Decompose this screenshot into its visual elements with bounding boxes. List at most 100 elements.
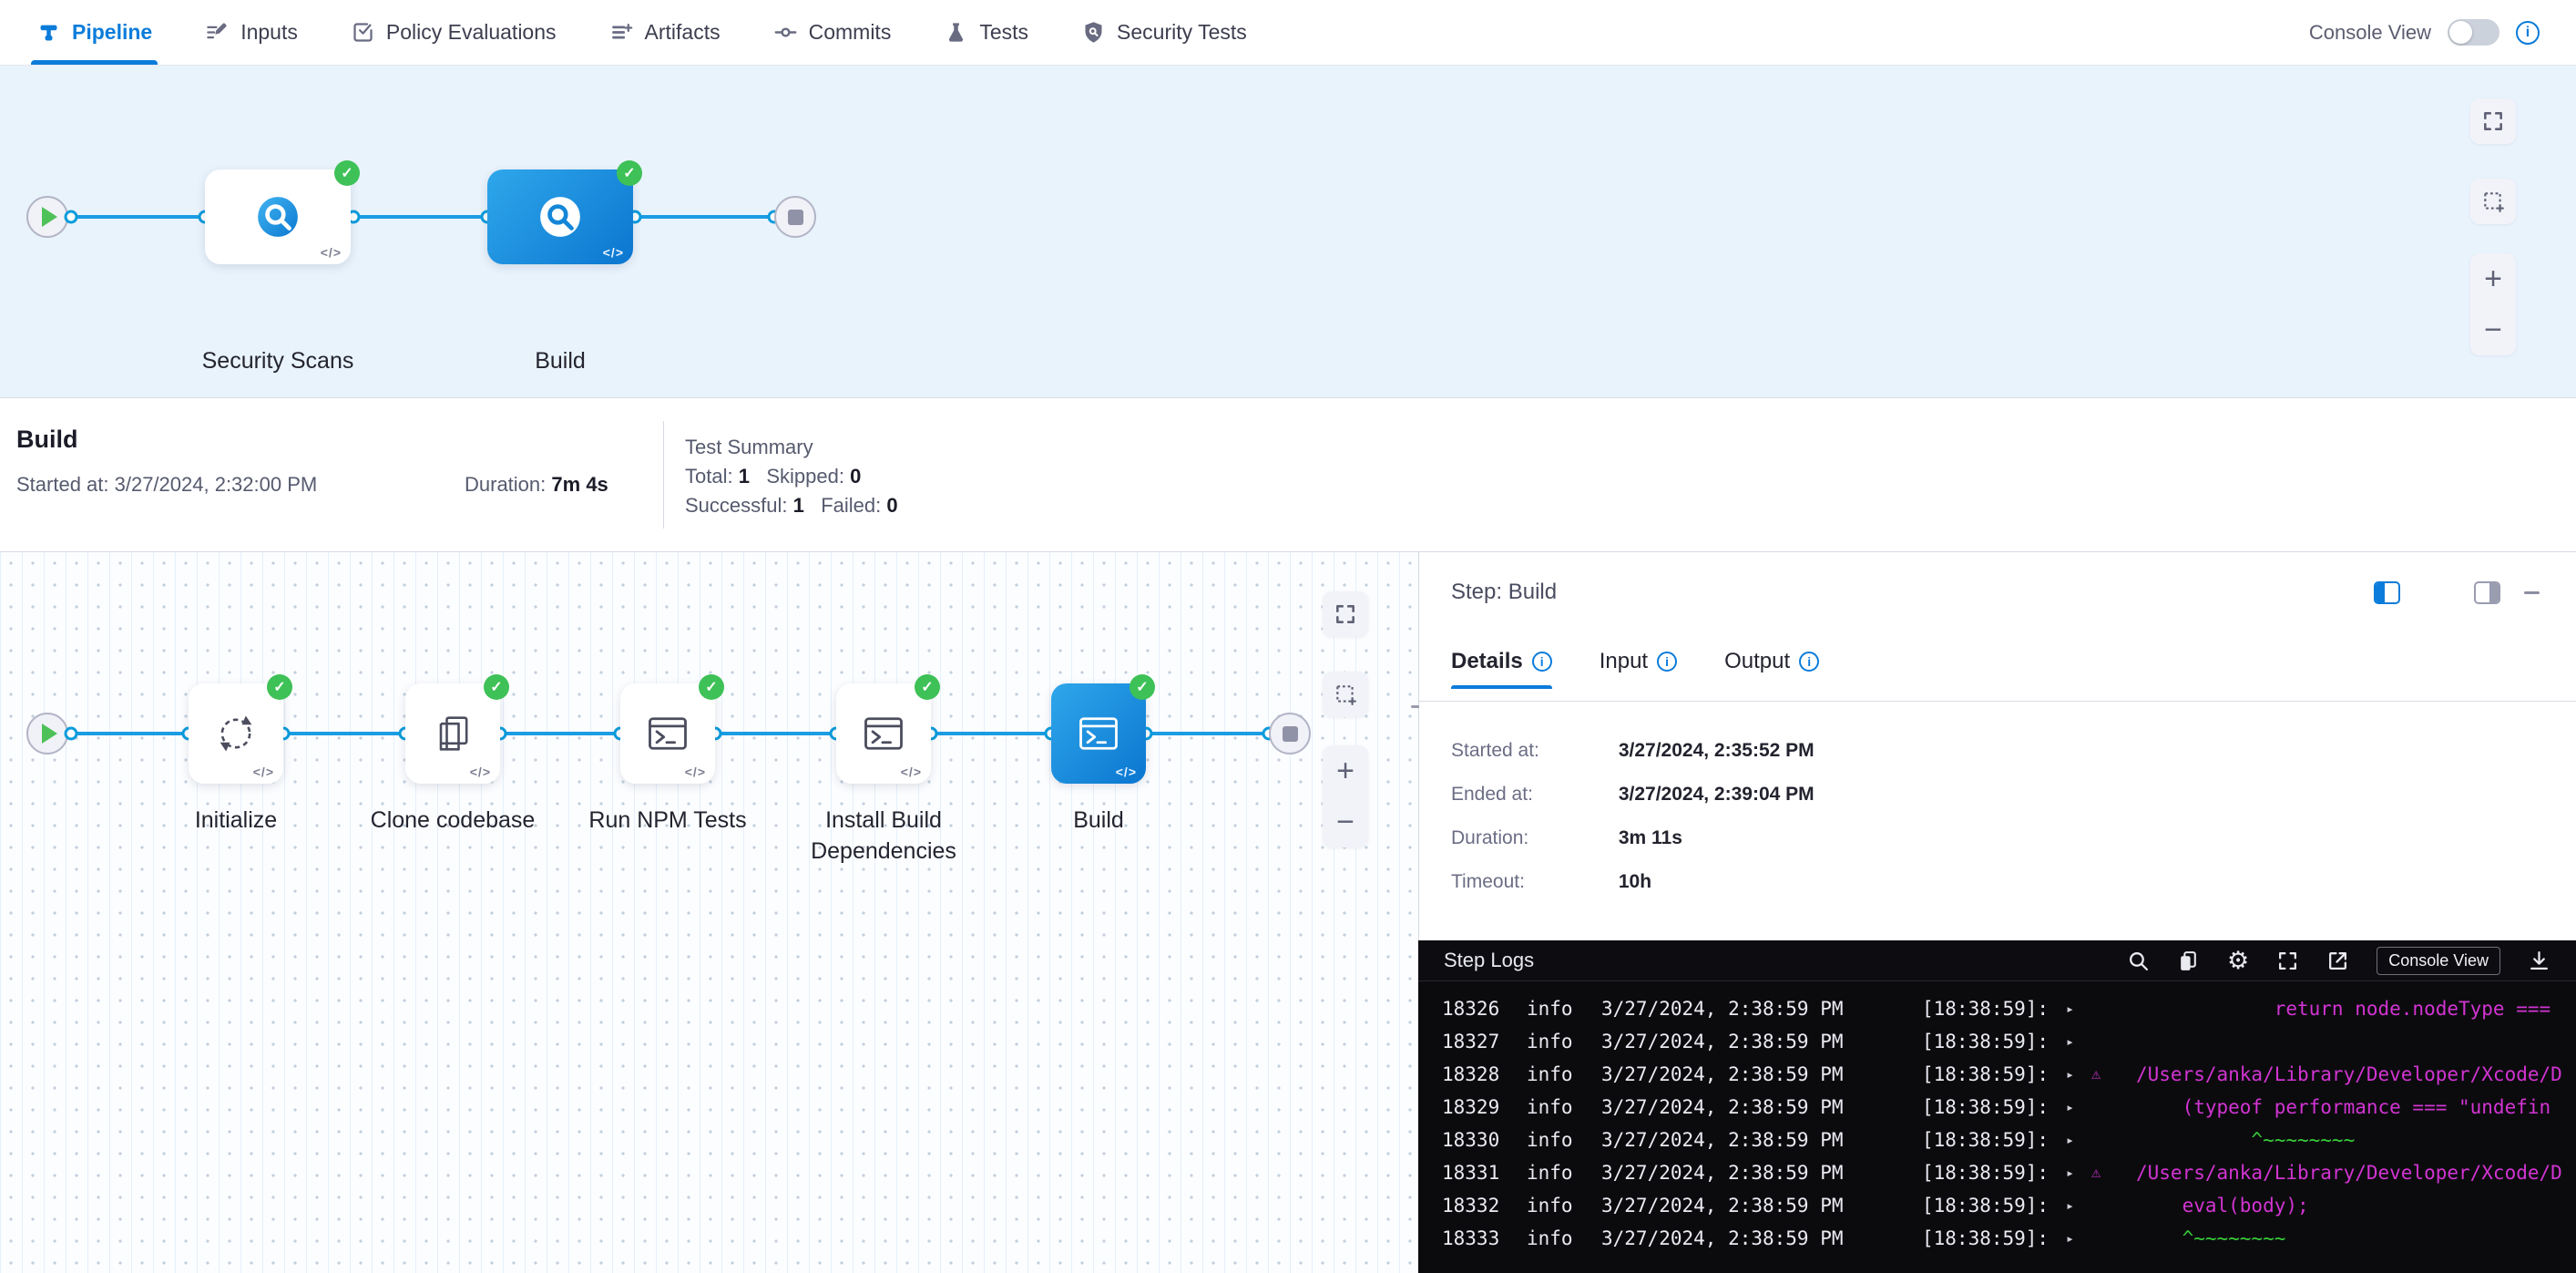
search-icon[interactable] (2127, 950, 2150, 972)
connector-dot (65, 210, 78, 224)
info-icon[interactable]: i (1532, 652, 1552, 672)
log-row[interactable]: 18326 info 3/27/2024, 2:38:59 PM [18:38:… (1442, 992, 2576, 1025)
settings-gear-icon[interactable]: ⚙ (2227, 949, 2249, 973)
step-node-initialize[interactable]: ✓ </> (189, 683, 283, 784)
zoom-out-button[interactable]: − (1323, 796, 1368, 847)
detail-row-duration: Duration: 3m 11s (1451, 827, 1682, 849)
info-icon[interactable]: i (1799, 652, 1819, 672)
stage-node-security-scans[interactable]: ✓ </> (205, 169, 351, 264)
stage-graph-area[interactable]: ✓ </> Security Scans ✓ </> Build (0, 66, 2576, 398)
started-at-text: Started at: 3/27/2024, 2:32:00 PM (16, 473, 317, 497)
tab-tests[interactable]: Tests (944, 0, 1028, 65)
download-icon[interactable] (2528, 950, 2550, 972)
tab-label: Commits (809, 20, 892, 45)
tab-inputs[interactable]: Inputs (205, 0, 298, 65)
tab-policy-evaluations[interactable]: Policy Evaluations (351, 0, 557, 65)
expand-arrow-icon[interactable]: ▸ (2066, 1132, 2091, 1148)
log-time-prefix: [18:38:59]: (1922, 1195, 2066, 1217)
log-row[interactable]: 18332 info 3/27/2024, 2:38:59 PM [18:38:… (1442, 1189, 2576, 1222)
tab-label: Output (1724, 649, 1790, 674)
step-node-install-build-dependencies[interactable]: ✓ </> (836, 683, 931, 784)
log-line-number: 18333 (1442, 1227, 1527, 1249)
info-icon[interactable]: i (1657, 652, 1677, 672)
step-logs-header: Step Logs ⚙ Console View (1418, 940, 2576, 981)
tab-pipeline[interactable]: Pipeline (36, 0, 152, 65)
log-line-number: 18330 (1442, 1129, 1527, 1151)
fit-to-screen-button[interactable] (2470, 98, 2516, 144)
zoom-out-button[interactable]: − (2470, 304, 2516, 355)
active-tab-underline (31, 60, 158, 65)
expand-arrow-icon[interactable]: ▸ (2066, 1099, 2091, 1115)
selection-icon (1334, 683, 1357, 706)
selection-mode-button[interactable] (2470, 179, 2516, 224)
logs-toolbar: ⚙ Console View (2127, 947, 2550, 975)
log-line-number: 18328 (1442, 1063, 1527, 1085)
info-icon[interactable]: i (2516, 21, 2540, 45)
tab-input[interactable]: Input i (1600, 649, 1677, 689)
skipped-label: Skipped: (766, 465, 844, 488)
step-logs-output[interactable]: 18326 info 3/27/2024, 2:38:59 PM [18:38:… (1418, 981, 2576, 1273)
detail-label: Started at: (1451, 740, 1613, 762)
step-node-clone-codebase[interactable]: ✓ </> (405, 683, 500, 784)
summary-divider (663, 421, 664, 529)
log-date: 3/27/2024, 2:38:59 PM (1601, 1063, 1922, 1085)
console-view-button[interactable]: Console View (2377, 947, 2500, 975)
log-date: 3/27/2024, 2:38:59 PM (1601, 1162, 1922, 1184)
tab-output[interactable]: Output i (1724, 649, 1819, 689)
step-logs-title: Step Logs (1444, 949, 1534, 972)
log-level: info (1527, 1031, 1601, 1052)
step-node-build[interactable]: ✓ </> (1051, 683, 1146, 784)
expand-arrow-icon[interactable]: ▸ (2066, 1230, 2091, 1247)
log-line-number: 18327 (1442, 1031, 1527, 1052)
expand-arrow-icon[interactable]: ▸ (2066, 1001, 2091, 1017)
tab-details[interactable]: Details i (1451, 649, 1552, 689)
open-in-new-icon[interactable] (2326, 950, 2349, 972)
log-time-prefix: [18:38:59]: (1922, 998, 2066, 1020)
pipeline-icon (36, 20, 61, 45)
expand-arrow-icon[interactable]: ▸ (2066, 1066, 2091, 1083)
log-row[interactable]: 18330 info 3/27/2024, 2:38:59 PM [18:38:… (1442, 1124, 2576, 1156)
zoom-in-button[interactable]: + (2470, 253, 2516, 304)
stage-connector-line (55, 215, 791, 219)
expand-arrow-icon[interactable]: ▸ (2066, 1165, 2091, 1181)
log-row[interactable]: 18329 info 3/27/2024, 2:38:59 PM [18:38:… (1442, 1091, 2576, 1124)
expand-arrow-icon[interactable]: ▸ (2066, 1197, 2091, 1214)
layout-minimized-panel-icon[interactable] (2474, 581, 2500, 604)
tab-label: Artifacts (645, 20, 721, 45)
layout-right-panel-icon[interactable] (2374, 581, 2400, 604)
step-graph-start-node (26, 713, 68, 755)
collapse-panel-icon[interactable] (2524, 591, 2540, 594)
log-line-number: 18332 (1442, 1195, 1527, 1217)
success-badge: ✓ (1130, 674, 1155, 700)
stage-node-build[interactable]: ✓ </> (487, 169, 633, 264)
log-message: return node.nodeType === (2136, 998, 2550, 1020)
toggle-knob (2449, 21, 2472, 44)
log-row[interactable]: 18328 info 3/27/2024, 2:38:59 PM [18:38:… (1442, 1058, 2576, 1091)
fit-to-screen-button[interactable] (1323, 591, 1368, 637)
log-row[interactable]: 18333 info 3/27/2024, 2:38:59 PM [18:38:… (1442, 1222, 2576, 1255)
duration-text: Duration: 7m 4s (465, 473, 608, 497)
detail-label: Timeout: (1451, 871, 1613, 893)
copy-icon[interactable] (2177, 950, 2200, 972)
success-badge: ✓ (484, 674, 509, 700)
zoom-in-button[interactable]: + (1323, 745, 1368, 796)
tab-commits[interactable]: Commits (773, 0, 892, 65)
log-row[interactable]: 18331 info 3/27/2024, 2:38:59 PM [18:38:… (1442, 1156, 2576, 1189)
inputs-icon (205, 20, 230, 45)
log-level: info (1527, 1162, 1601, 1184)
expand-arrow-icon[interactable]: ▸ (2066, 1033, 2091, 1050)
selection-mode-button[interactable] (1323, 672, 1368, 717)
step-node-run-npm-tests[interactable]: ✓ </> (620, 683, 715, 784)
detail-row-timeout: Timeout: 10h (1451, 871, 1651, 893)
tab-label: Tests (979, 20, 1028, 45)
tab-artifacts[interactable]: Artifacts (609, 0, 721, 65)
tab-security-tests[interactable]: Security Tests (1081, 0, 1247, 65)
tab-label: Input (1600, 649, 1648, 674)
bottom-split: ✓ </> Initialize ✓ </> Clone codebase (0, 552, 2576, 1273)
code-icon: </> (1116, 765, 1137, 779)
fullscreen-icon[interactable] (2276, 950, 2299, 972)
console-view-toggle[interactable] (2448, 19, 2499, 46)
log-row[interactable]: 18327 info 3/27/2024, 2:38:59 PM [18:38:… (1442, 1025, 2576, 1058)
execution-graph-canvas[interactable]: ✓ </> Initialize ✓ </> Clone codebase (0, 552, 1418, 1273)
log-message: ^~~~~~~~~ (2136, 1129, 2355, 1151)
